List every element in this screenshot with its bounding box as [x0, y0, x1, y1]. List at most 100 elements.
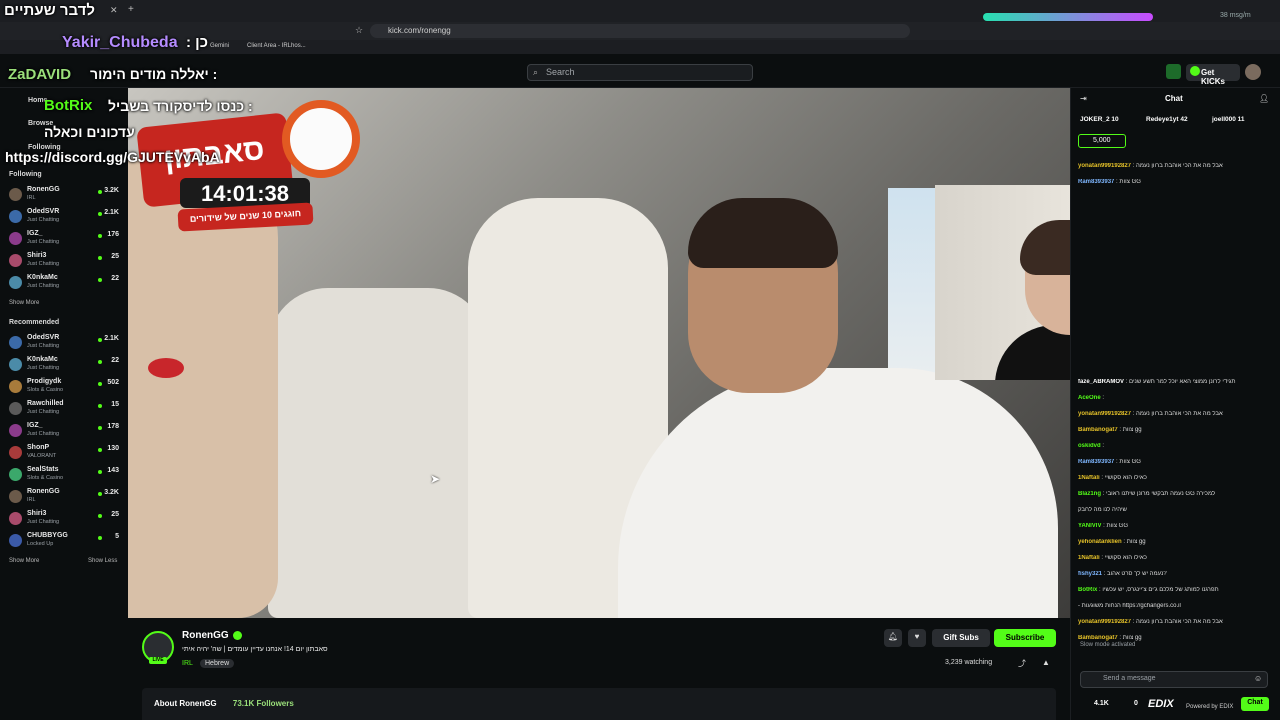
channel-category: Just Chatting [27, 519, 60, 525]
chat-username[interactable]: oskidvd [1078, 443, 1102, 449]
chat-username[interactable]: Blaz1ng [1078, 491, 1103, 497]
gift-icon[interactable] [1166, 64, 1181, 79]
chat-message-input[interactable]: Send a message [1080, 671, 1268, 688]
heart-icon[interactable]: ♥ [908, 629, 926, 647]
live-dot-icon [98, 338, 102, 342]
viewer-count: 130 [107, 445, 119, 452]
chat-send-button[interactable]: Chat [1241, 697, 1269, 711]
notification-bell-icon[interactable]: 🔔︎ [884, 629, 902, 647]
chat-username[interactable]: yehonatanklien [1078, 539, 1123, 545]
viewer-count: 3,239 watching [945, 659, 993, 666]
chat-username[interactable]: Bambanogat7 [1078, 635, 1119, 641]
following-item[interactable]: Shiri3 Just Chatting 25 [8, 251, 122, 273]
following-item[interactable]: OdedSVR Just Chatting 2.1K [8, 207, 122, 229]
top-gifter[interactable]: Redeye1yt 42 [1146, 116, 1188, 123]
channel-category: Just Chatting [27, 431, 60, 437]
about-section: About RonenGG 73.1K Followers [142, 688, 1056, 720]
edix-logo: EDIX [1148, 698, 1174, 710]
chat-username[interactable]: fishy321 [1078, 571, 1104, 577]
overlay-line4-text: עדכונים וכאלה [44, 124, 135, 140]
stream-category[interactable]: IRL [182, 660, 193, 667]
chat-username[interactable]: faze_ABRAMOV [1078, 379, 1126, 385]
chat-username[interactable]: Ram8393937 [1078, 179, 1116, 185]
recommended-item[interactable]: CHUBBYGG Locked Up 5 [8, 531, 122, 553]
following-item[interactable]: K0nkaMc Just Chatting 22 [8, 273, 122, 295]
channel-category: Just Chatting [27, 217, 60, 223]
live-dot-icon [98, 536, 102, 540]
bookmark-client-area[interactable]: Client Area - IRLhos... [247, 43, 306, 49]
recommended-item[interactable]: RonenGG IRL 3.2K [8, 487, 122, 509]
report-icon[interactable]: ▲ [1042, 658, 1050, 667]
bookmark-star-icon[interactable]: ☆ [355, 25, 363, 36]
top-gifter[interactable]: JOKER_2 10 [1080, 116, 1119, 123]
channel-avatar [9, 254, 22, 267]
top-gifter[interactable]: joell000 11 [1212, 116, 1245, 123]
chat-message: yehonatanklien : צוות gg [1078, 539, 1274, 545]
share-icon[interactable]: ⤴ [1018, 658, 1026, 669]
stream-language-tag[interactable]: Hebrew [200, 659, 235, 668]
chat-username[interactable]: 1Naftali [1078, 555, 1101, 561]
live-dot-icon [98, 404, 102, 408]
chat-username[interactable]: BotRix [1078, 587, 1099, 593]
chat-username[interactable]: Ram8393937 [1078, 459, 1116, 465]
chat-message: fishy321 : נעמה יש לך סרט אהוב? [1078, 571, 1274, 577]
collapse-chat-icon[interactable]: ⇥ [1080, 94, 1087, 103]
channel-avatar [9, 512, 22, 525]
chat-message: oskidvd : [1078, 443, 1274, 449]
recommended-item[interactable]: Prodigydk Slots & Casino 502 [8, 377, 122, 399]
streamer-name[interactable]: RonenGG [182, 630, 229, 641]
stream-title: סאבתון יום 14! אנחנו עדיין עומדים | שה' … [182, 646, 328, 653]
new-tab-icon[interactable]: + [128, 4, 134, 15]
show-less-recommended[interactable]: Show Less [88, 558, 117, 564]
following-item[interactable]: IGZ_ Just Chatting 176 [8, 229, 122, 251]
channel-category: Just Chatting [27, 283, 60, 289]
following-heading: Following [9, 171, 42, 178]
followers-count: 73.1K Followers [232, 699, 294, 708]
driver-body [618, 368, 1058, 618]
recommended-item[interactable]: SealStats Slots & Casino 143 [8, 465, 122, 487]
live-dot-icon [98, 234, 102, 238]
recommended-item[interactable]: OdedSVR Just Chatting 2.1K [8, 333, 122, 355]
chat-username[interactable]: yonatan999192827 [1078, 163, 1133, 169]
user-avatar[interactable] [1245, 64, 1261, 80]
live-dot-icon [98, 256, 102, 260]
show-more-recommended[interactable]: Show More [9, 558, 39, 564]
following-item[interactable]: RonenGG IRL 3.2K [8, 185, 122, 207]
bookmark-gemini[interactable]: Gemini [210, 43, 229, 49]
chat-username[interactable]: yonatan999192827 [1078, 411, 1133, 417]
search-input[interactable]: Search [527, 64, 753, 81]
chat-users-icon[interactable]: 👤︎ [1259, 94, 1269, 103]
chat-username[interactable]: Bambanogat7 [1078, 427, 1119, 433]
live-dot-icon [98, 448, 102, 452]
chat-message: yonatan999192827 : אבל מה את הכי אוהבת ב… [1078, 163, 1274, 169]
tab-close-icon[interactable]: ✕ [110, 5, 118, 16]
extension-progress-bar [983, 13, 1153, 21]
recommended-item[interactable]: K0nkaMc Just Chatting 22 [8, 355, 122, 377]
pinned-kicks: 5,000 [1078, 134, 1126, 148]
chat-username[interactable]: 1Naftali [1078, 475, 1101, 481]
chat-text: : [1102, 395, 1105, 401]
recommended-item[interactable]: IGZ_ Just Chatting 178 [8, 421, 122, 443]
recommended-item[interactable]: ShonP VALORANT 130 [8, 443, 122, 465]
chat-text: : [1102, 443, 1105, 449]
overlay-discord-link: https://discord.gg/GJUTEVvAbA [5, 149, 220, 165]
recommended-item[interactable]: Rawchilled Just Chatting 15 [8, 399, 122, 421]
channel-category: Locked Up [27, 541, 54, 547]
subscribe-button[interactable]: Subscribe [994, 629, 1056, 647]
chat-message: - הנחות משוגעות https://gchangers.co.il [1078, 603, 1274, 609]
chat-username[interactable]: yonatan999192827 [1078, 619, 1133, 625]
chat-username[interactable]: YANIVIV [1078, 523, 1103, 529]
viewer-count: 15 [111, 401, 119, 408]
show-more-following[interactable]: Show More [9, 300, 39, 306]
viewer-count: 502 [107, 379, 119, 386]
chat-text: : אבל מה את הכי אוהבת ברוון נעמה [1132, 619, 1223, 625]
channel-category: Slots & Casino [27, 475, 64, 481]
chat-text: : תפרגנו למותג של מלכם ג'ים צ'יינגרס, יש… [1099, 587, 1219, 593]
gift-subs-button[interactable]: Gift Subs [932, 629, 990, 647]
url-field[interactable]: kick.com/ronengg [370, 24, 910, 38]
overlay-line2-user: ZaDAVID [8, 66, 72, 83]
emoji-icon[interactable]: ☺ [1254, 674, 1262, 683]
channel-avatar [9, 380, 22, 393]
recommended-item[interactable]: Shiri3 Just Chatting 25 [8, 509, 122, 531]
chat-username[interactable]: AceOne [1078, 395, 1102, 401]
